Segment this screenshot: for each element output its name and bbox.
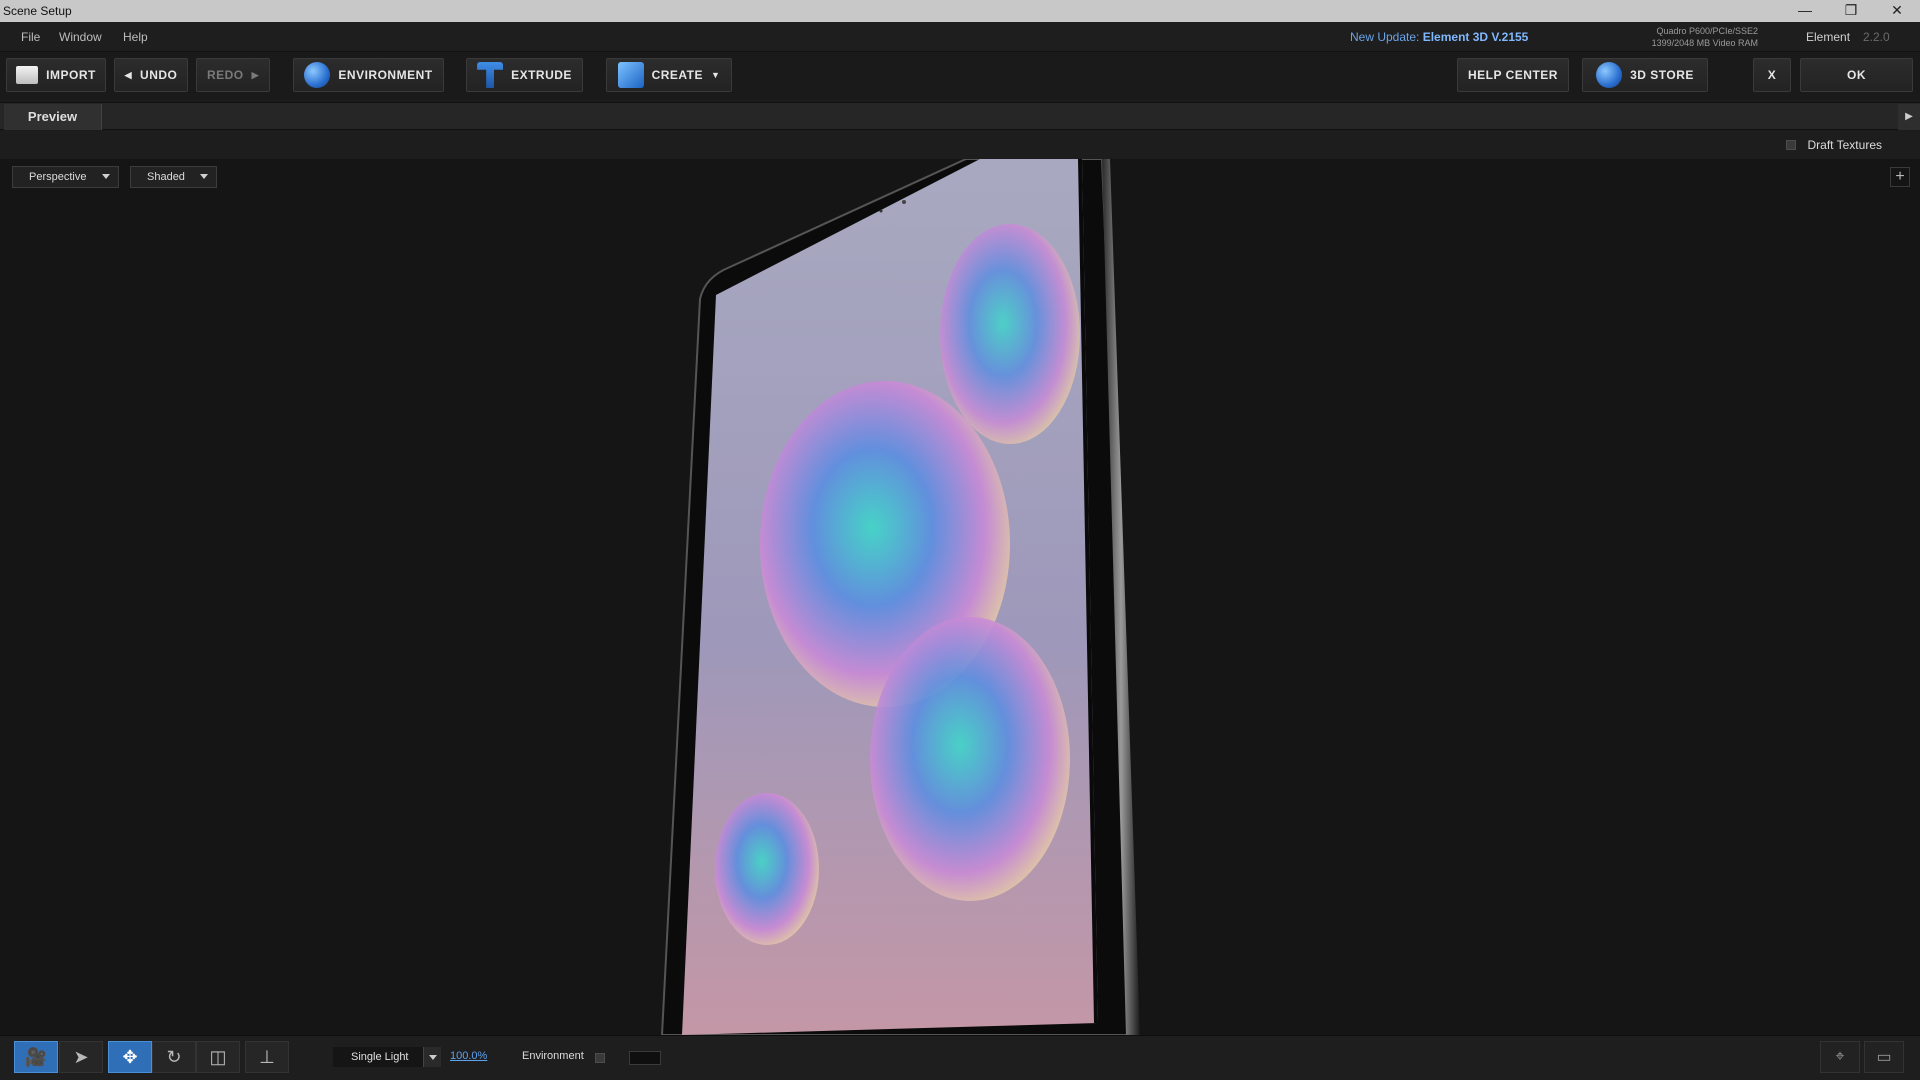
rotate-icon: ↻ <box>166 1046 182 1067</box>
environment-checkbox[interactable] <box>595 1053 605 1063</box>
panel-expand-arrow-icon[interactable]: ▶ <box>1898 104 1920 130</box>
close-window-button[interactable]: ✕ <box>1874 0 1920 22</box>
import-button[interactable]: IMPORT <box>6 58 106 92</box>
light-intensity-value[interactable]: 100.0% <box>450 1050 487 1062</box>
lighting-mode-dropdown[interactable]: Single Light <box>333 1047 441 1067</box>
menu-bar: File Window Help New Update: Element 3D … <box>0 22 1920 52</box>
move-icon: ✥ <box>122 1046 138 1067</box>
undo-button[interactable]: ◀ UNDO <box>114 58 188 92</box>
app-name: Element <box>1806 30 1851 44</box>
update-notice[interactable]: New Update: Element 3D V.2155 <box>1350 30 1528 44</box>
undo-arrow-icon: ◀ <box>124 69 133 80</box>
update-version[interactable]: Element 3D V.2155 <box>1423 30 1529 44</box>
scale-icon: ◫ <box>209 1046 227 1067</box>
axis-icon: ⊥ <box>259 1046 275 1067</box>
panel-tabs: Preview ▶ <box>0 102 1920 130</box>
create-button[interactable]: CREATE ▼ <box>606 58 732 92</box>
camera-mode-value: Perspective <box>29 171 87 183</box>
gpu-info: Quadro P600/PCIe/SSE2 1399/2048 MB Video… <box>1652 25 1758 49</box>
status-bar: 🎥 ➤ ✥ ↻ ◫ ⊥ Single Light 100.0% Environm… <box>0 1035 1920 1080</box>
globe-icon <box>304 62 331 88</box>
shading-mode-value: Shaded <box>147 171 185 183</box>
import-label: IMPORT <box>46 68 96 82</box>
axis-tool-button[interactable]: ⊥ <box>245 1041 289 1073</box>
window-title: Scene Setup <box>3 4 72 18</box>
extrude-icon <box>477 62 504 88</box>
extrude-button[interactable]: EXTRUDE <box>466 58 583 92</box>
menu-file[interactable]: File <box>21 30 40 44</box>
cancel-label: X <box>1767 68 1777 82</box>
crosshair-icon: ⌖ <box>1835 1048 1845 1065</box>
environment-label: ENVIRONMENT <box>338 68 433 82</box>
environment-button[interactable]: ENVIRONMENT <box>293 58 444 92</box>
camera-icon: 🎥 <box>24 1046 48 1067</box>
redo-label: REDO <box>206 68 244 82</box>
rotate-tool-button[interactable]: ↻ <box>152 1041 196 1073</box>
draft-textures-checkbox[interactable] <box>1786 140 1796 150</box>
undo-label: UNDO <box>140 68 178 82</box>
lighting-mode-value: Single Light <box>351 1051 409 1063</box>
3d-viewport[interactable]: Perspective Shaded + <box>0 159 1920 1035</box>
maximize-viewport-icon[interactable]: + <box>1890 167 1910 187</box>
create-label: CREATE <box>651 68 704 82</box>
select-tool-button[interactable]: ➤ <box>59 1041 103 1073</box>
render-settings-button[interactable]: ⌖ <box>1820 1041 1860 1073</box>
chevron-down-icon <box>200 174 208 179</box>
title-bar: Scene Setup — ❐ ✕ <box>0 0 1920 22</box>
help-center-label: HELP CENTER <box>1468 68 1558 82</box>
ok-button[interactable]: OK <box>1800 58 1913 92</box>
chevron-down-icon <box>102 174 110 179</box>
extrude-label: EXTRUDE <box>511 68 572 82</box>
camera-mode-dropdown[interactable]: Perspective <box>12 166 119 188</box>
monitor-icon: ▭ <box>1876 1049 1892 1066</box>
camera-tool-button[interactable]: 🎥 <box>14 1041 58 1073</box>
menu-window[interactable]: Window <box>59 30 102 44</box>
main-toolbar: IMPORT ◀ UNDO REDO ▶ ENVIRONMENT EXTRUDE… <box>0 52 1920 98</box>
environment-color-swatch[interactable] <box>629 1051 661 1065</box>
chevron-down-icon <box>423 1047 441 1067</box>
cube-icon <box>617 62 644 88</box>
pointer-icon: ➤ <box>73 1046 89 1067</box>
store-label: 3D STORE <box>1630 68 1694 82</box>
scale-tool-button[interactable]: ◫ <box>196 1041 240 1073</box>
ok-label: OK <box>1847 68 1866 82</box>
environment-toggle-label: Environment <box>522 1050 584 1062</box>
shading-mode-dropdown[interactable]: Shaded <box>130 166 217 188</box>
menu-help[interactable]: Help <box>123 30 148 44</box>
folder-icon <box>16 66 39 84</box>
display-settings-button[interactable]: ▭ <box>1864 1041 1904 1073</box>
chevron-down-icon: ▼ <box>711 70 721 80</box>
update-prefix: New Update: <box>1350 30 1420 44</box>
store-globe-icon <box>1596 62 1623 88</box>
restore-button[interactable]: ❐ <box>1828 0 1874 22</box>
minimize-button[interactable]: — <box>1782 0 1828 22</box>
app-version: 2.2.0 <box>1863 30 1890 44</box>
3d-store-button[interactable]: 3D STORE <box>1582 58 1708 92</box>
preview-options-bar: Draft Textures <box>0 131 1920 159</box>
help-center-button[interactable]: HELP CENTER <box>1457 58 1569 92</box>
move-tool-button[interactable]: ✥ <box>108 1041 152 1073</box>
redo-arrow-icon: ▶ <box>251 69 260 80</box>
tab-preview[interactable]: Preview <box>4 104 102 130</box>
gpu-vram: 1399/2048 MB Video RAM <box>1651 38 1758 48</box>
tablet-render <box>660 159 1140 1035</box>
cancel-button[interactable]: X <box>1753 58 1791 92</box>
redo-button[interactable]: REDO ▶ <box>196 58 270 92</box>
draft-textures-label: Draft Textures <box>1807 138 1882 152</box>
gpu-name: Quadro P600/PCIe/SSE2 <box>1656 26 1758 36</box>
